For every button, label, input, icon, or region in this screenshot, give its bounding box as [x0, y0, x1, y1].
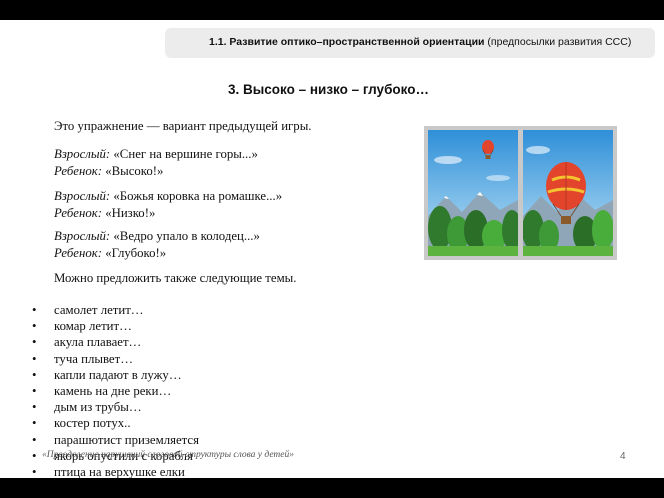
list-item: акула плавает…	[32, 334, 199, 350]
adult-text: «Ведро упало в колодец...»	[113, 229, 260, 243]
adult-label: Взрослый:	[54, 189, 111, 203]
child-text: «Высоко!»	[105, 164, 164, 178]
bottom-black-bar	[0, 478, 664, 498]
section-note: (предпосылки развития ССС)	[487, 36, 632, 48]
list-item: парашютист приземляется	[32, 432, 199, 448]
adult-text: «Снег на вершине горы...»	[113, 147, 258, 161]
list-item: костер потух..	[32, 415, 199, 431]
footer-text: «Преодоление нарушений слоговой структур…	[42, 450, 294, 460]
top-black-bar	[0, 0, 664, 20]
adult-label: Взрослый:	[54, 147, 111, 161]
list-item: комар летит…	[32, 318, 199, 334]
page-number: 4	[620, 451, 626, 462]
section-header: 1.1. Развитие оптико–пространственной ор…	[165, 28, 655, 58]
suggestion-text: Можно предложить также следующие темы.	[54, 271, 297, 285]
dialogue-1: Взрослый: «Снег на вершине горы...» Ребе…	[54, 146, 258, 180]
list-item: капли падают в лужу…	[32, 367, 199, 383]
section-header-text: 1.1. Развитие оптико–пространственной ор…	[209, 36, 631, 48]
list-item: дым из трубы…	[32, 399, 199, 415]
child-label: Ребенок:	[54, 246, 102, 260]
dialogue-3: Взрослый: «Ведро упало в колодец...» Реб…	[54, 228, 260, 262]
section-title: 1.1. Развитие оптико–пространственной ор…	[209, 36, 485, 48]
adult-label: Взрослый:	[54, 229, 111, 243]
list-item: туча плывет…	[32, 351, 199, 367]
page-title: 3. Высоко – низко – глубоко…	[228, 82, 429, 97]
child-text: «Глубоко!»	[105, 246, 167, 260]
child-text: «Низко!»	[105, 206, 156, 220]
child-label: Ребенок:	[54, 206, 102, 220]
balloon-high-photo	[428, 130, 518, 256]
intro-text: Это упражнение — вариант предыдущей игры…	[54, 119, 312, 133]
list-item: самолет летит…	[32, 302, 199, 318]
balloon-low-photo	[523, 130, 613, 256]
list-item: камень на дне реки…	[32, 383, 199, 399]
adult-text: «Божья коровка на ромашке...»	[113, 189, 283, 203]
dialogue-2: Взрослый: «Божья коровка на ромашке...» …	[54, 188, 282, 222]
child-label: Ребенок:	[54, 164, 102, 178]
